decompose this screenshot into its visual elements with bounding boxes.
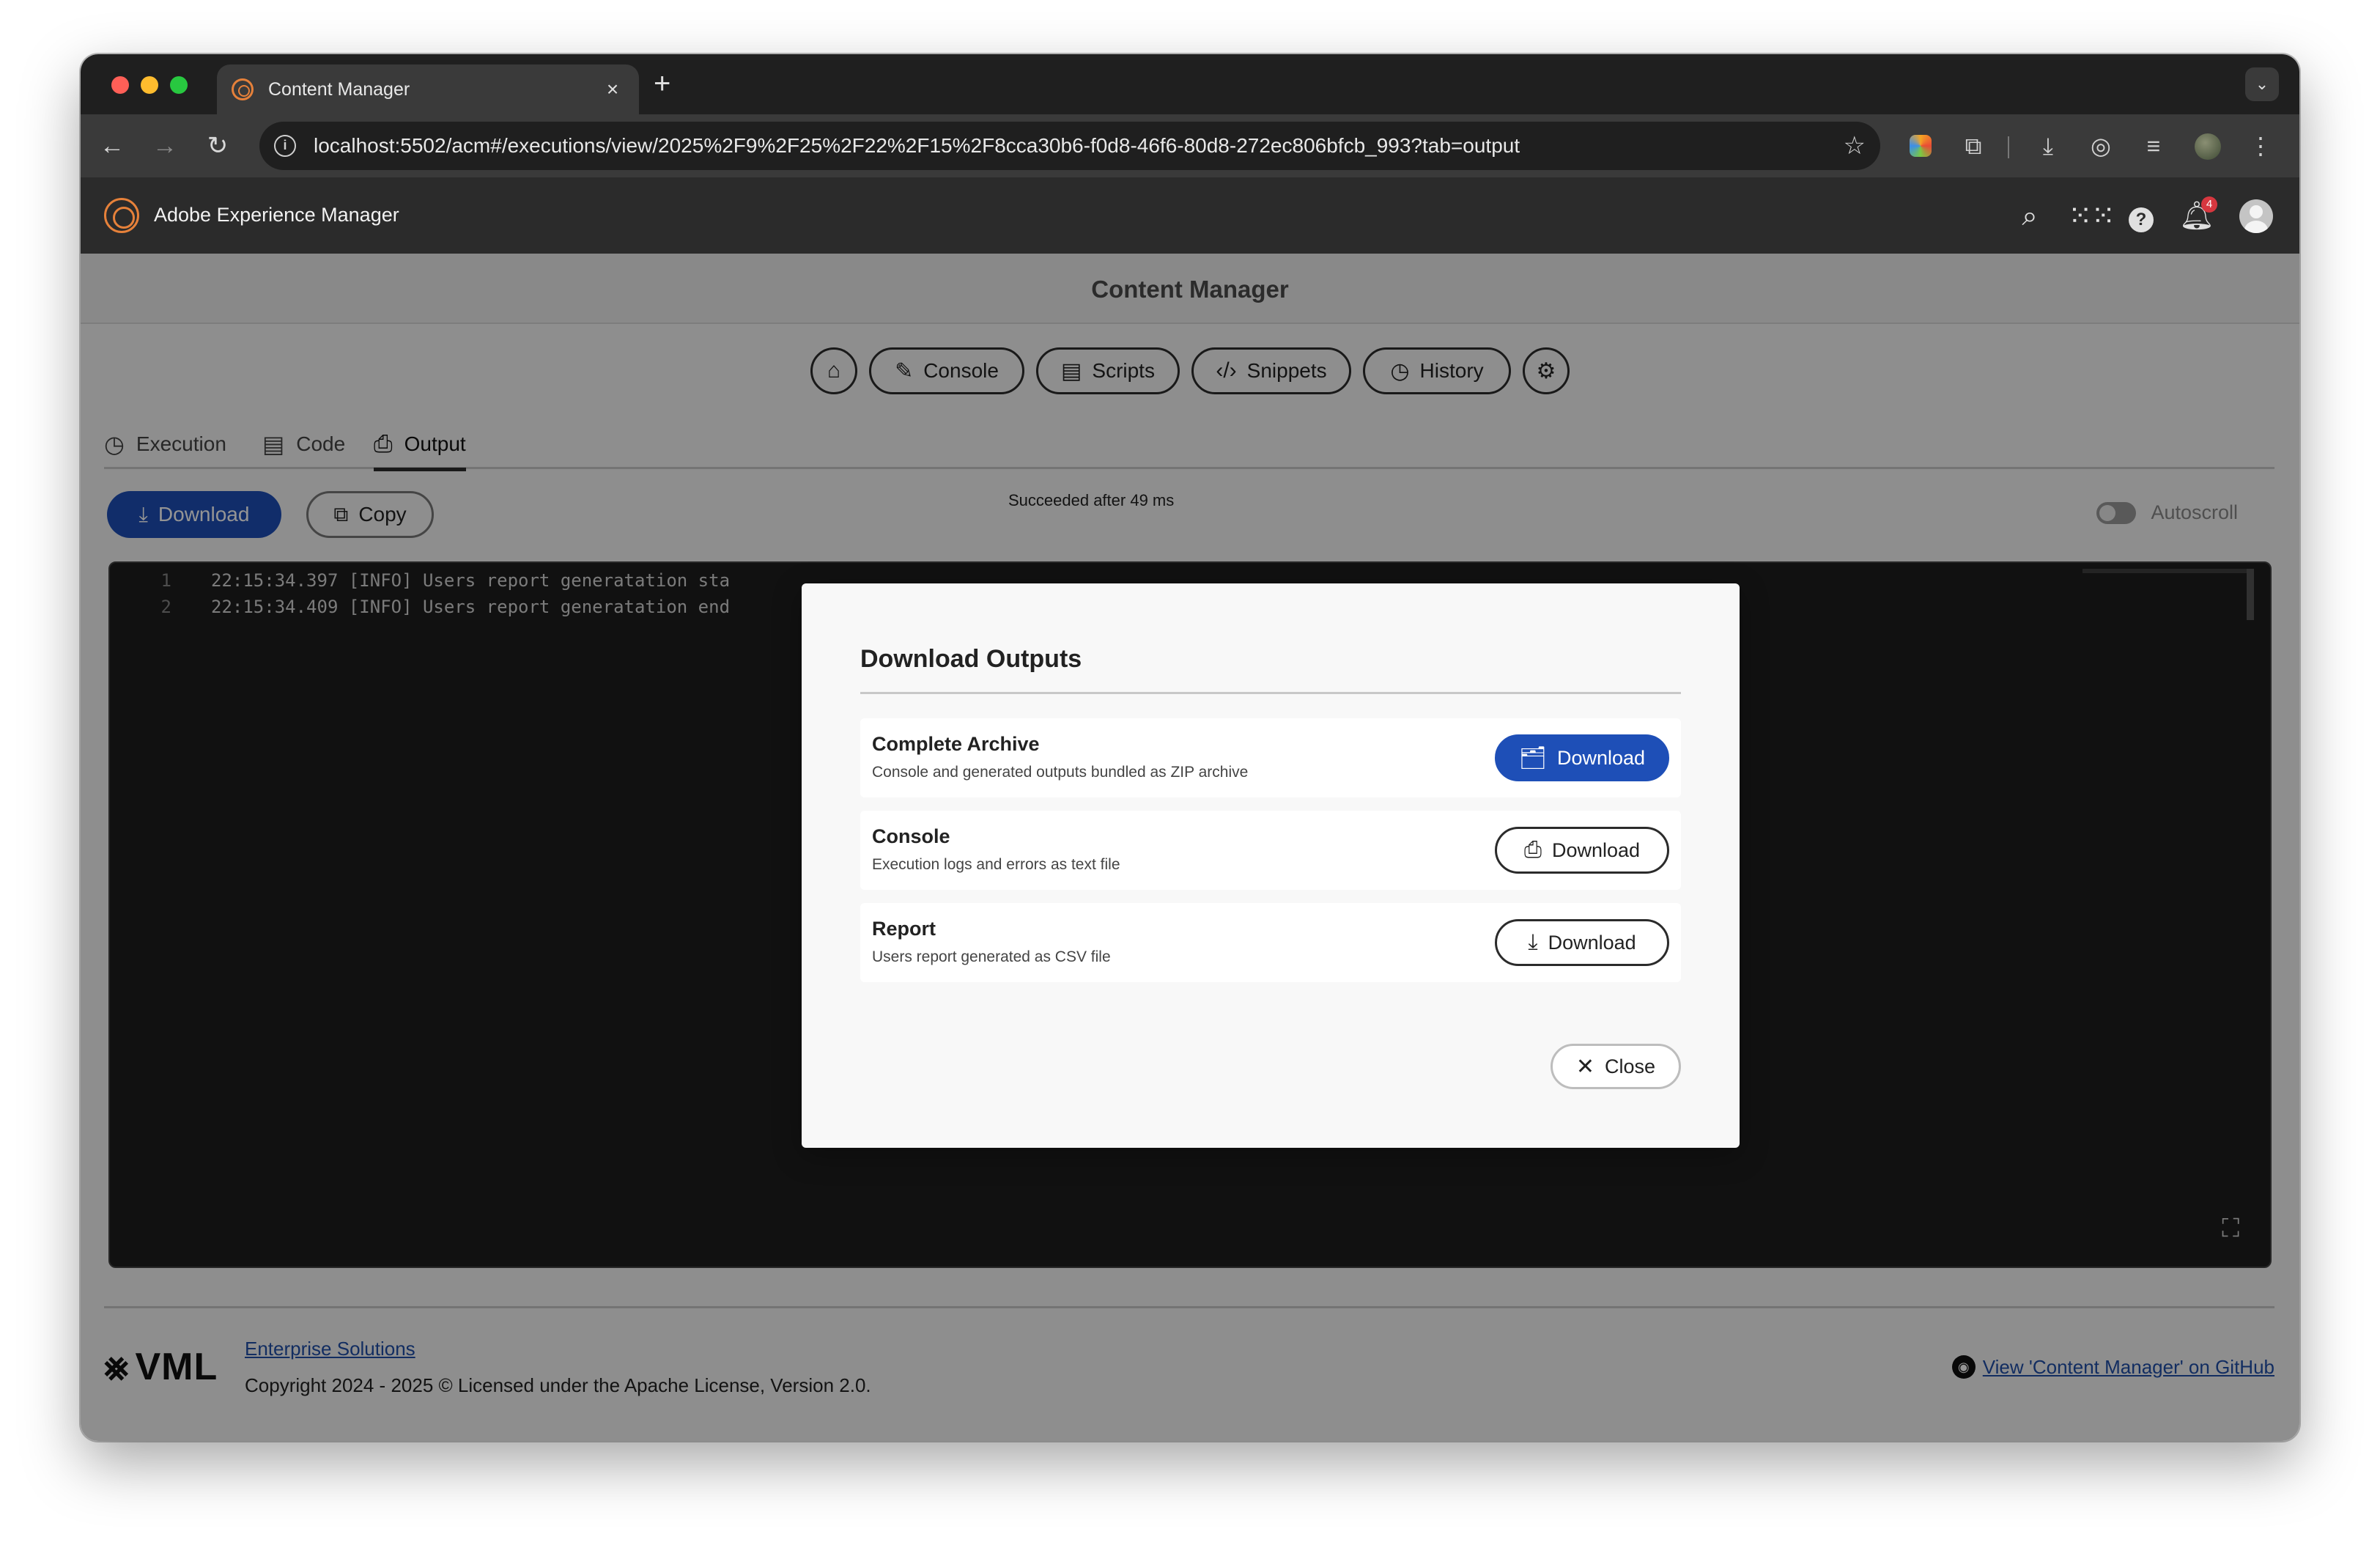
extensions-puzzle-icon[interactable]: ⧉	[1956, 130, 1990, 161]
close-dialog-button[interactable]: ✕ Close	[1551, 1044, 1681, 1089]
forward-button[interactable]: →	[148, 129, 182, 163]
apps-grid-icon[interactable]: ⁙⁙	[2068, 199, 2115, 233]
aem-title[interactable]: Adobe Experience Manager	[154, 204, 399, 226]
download-item-console: Console Execution logs and errors as tex…	[860, 811, 1681, 890]
tab-bar: Content Manager × + ⌄	[81, 54, 2299, 114]
url-text[interactable]: localhost:5502/acm#/executions/view/2025…	[314, 134, 1844, 158]
aem-logo-icon[interactable]	[104, 198, 139, 233]
media-controls-icon[interactable]: ≡	[2137, 130, 2170, 161]
maximize-window-button[interactable]	[170, 76, 188, 94]
download-icon: ⤓	[1528, 930, 1538, 954]
item-description: Console and generated outputs bundled as…	[872, 764, 1249, 781]
download-report-button[interactable]: ⤓ Download	[1495, 919, 1669, 966]
download-item-report: Report Users report generated as CSV fil…	[860, 903, 1681, 982]
reload-button[interactable]: ↻	[201, 129, 234, 163]
toolbar-divider	[2008, 136, 2011, 158]
download-console-button[interactable]: ⎙ Download	[1495, 827, 1669, 874]
help-icon[interactable]: ?	[2124, 199, 2159, 233]
archive-icon: 🗂︎	[1518, 745, 1547, 770]
browser-window: Content Manager × + ⌄ ← → ↻ i localhost:…	[81, 54, 2299, 1441]
item-title: Complete Archive	[872, 733, 1040, 755]
dialog-divider	[860, 692, 1681, 694]
item-description: Execution logs and errors as text file	[872, 856, 1120, 873]
download-console-label: Download	[1551, 838, 1641, 861]
downloads-icon[interactable]: ⤓	[2031, 130, 2065, 161]
printer-icon: ⎙	[1523, 838, 1542, 862]
download-archive-button[interactable]: 🗂︎ Download	[1495, 734, 1669, 781]
tab-title: Content Manager	[268, 78, 410, 100]
close-icon: ✕	[1575, 1054, 1595, 1079]
dialog-title: Download Outputs	[860, 645, 1082, 673]
item-description: Users report generated as CSV file	[872, 948, 1111, 965]
performance-icon[interactable]: ◎	[2084, 130, 2118, 161]
search-icon[interactable]: ⌕	[2012, 199, 2047, 233]
back-button[interactable]: ←	[95, 129, 129, 163]
item-title: Report	[872, 918, 936, 940]
site-info-icon[interactable]: i	[274, 135, 296, 157]
download-report-label: Download	[1548, 931, 1636, 954]
address-bar: ← → ↻ i localhost:5502/acm#/executions/v…	[81, 114, 2299, 177]
minimize-window-button[interactable]	[141, 76, 158, 94]
extension-colorful-icon[interactable]	[1904, 130, 1937, 164]
download-item-archive: Complete Archive Console and generated o…	[860, 718, 1681, 797]
close-window-button[interactable]	[111, 76, 129, 94]
tab-close-icon[interactable]: ×	[601, 78, 624, 101]
user-avatar[interactable]	[2239, 199, 2273, 233]
notification-badge: 4	[2201, 196, 2217, 213]
download-outputs-dialog: Download Outputs Complete Archive Consol…	[802, 583, 1740, 1148]
tab-search-button[interactable]: ⌄	[2245, 67, 2279, 101]
new-tab-button[interactable]: +	[654, 67, 670, 100]
download-archive-label: Download	[1557, 746, 1646, 769]
close-label: Close	[1605, 1055, 1656, 1077]
aem-header: Adobe Experience Manager ⌕ ⁙⁙ ? 🔔︎ 4	[81, 177, 2299, 254]
profile-avatar-icon[interactable]	[2191, 130, 2225, 167]
bookmark-star-icon[interactable]: ☆	[1844, 131, 1866, 161]
browser-tab[interactable]: Content Manager ×	[217, 64, 639, 114]
aem-favicon-icon	[232, 78, 254, 100]
browser-menu-icon[interactable]: ⋮	[2244, 130, 2277, 161]
url-field[interactable]: i localhost:5502/acm#/executions/view/20…	[259, 122, 1880, 170]
item-title: Console	[872, 825, 950, 847]
